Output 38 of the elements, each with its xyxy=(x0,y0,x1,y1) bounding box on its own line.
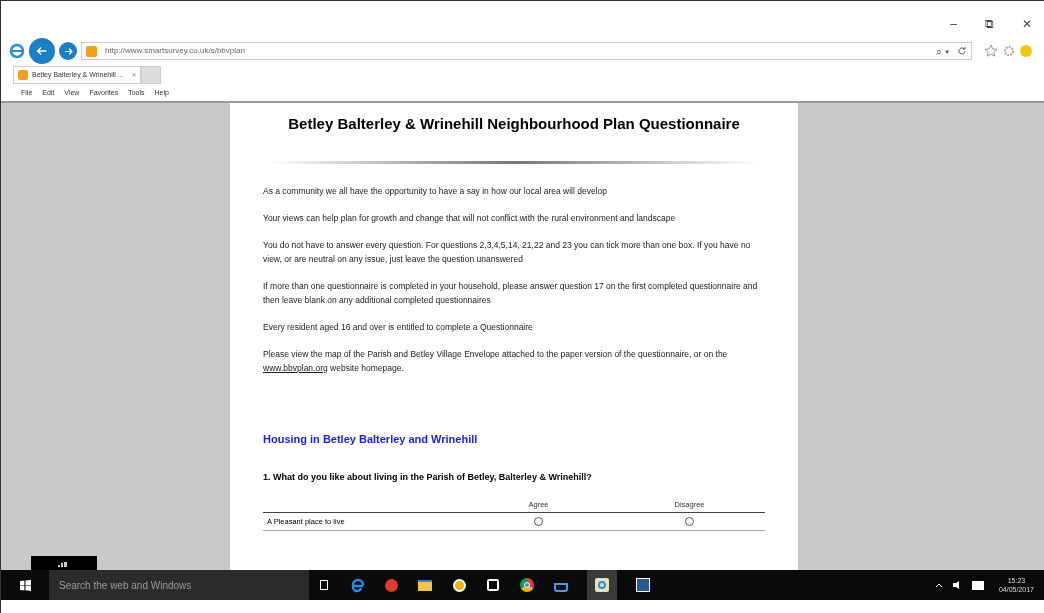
edge-browser-icon[interactable] xyxy=(349,577,365,593)
window-control-button[interactable]: – xyxy=(950,15,957,29)
radio-button[interactable] xyxy=(534,516,543,526)
folder-icon[interactable] xyxy=(417,577,433,593)
question-text: 1. What do you like about living in the Parish of Betley, Balterley & Wrinehill? xyxy=(263,471,593,484)
intro-paragraph: Every resident aged 16 and over is entitled to complete a Questionnaire xyxy=(263,320,534,334)
url-text: http://www.smartsurvey.co.uk/s/bbvplan xyxy=(105,45,246,57)
signal-icon xyxy=(58,562,70,567)
notification-icon[interactable] xyxy=(971,579,985,591)
chrome-icon[interactable] xyxy=(519,577,535,593)
arrow-left-icon xyxy=(35,44,49,58)
arrow-right-icon xyxy=(62,45,74,57)
site-favicon-icon xyxy=(18,70,28,80)
internet-explorer-icon[interactable] xyxy=(587,570,617,600)
section-heading: Housing in Betley Balterley and Wrinehill xyxy=(263,431,479,447)
browser-logo-icon[interactable] xyxy=(9,43,25,59)
taskbar-search-field[interactable]: Search the web and Windows xyxy=(49,570,309,600)
page-title: Betley Balterley & Wrinehill Neighbourhood Plan Questionnaire xyxy=(287,114,741,134)
star-icon[interactable] xyxy=(984,44,998,58)
refresh-icon[interactable] xyxy=(957,46,967,56)
task-view-icon[interactable] xyxy=(317,578,331,592)
radio-button[interactable] xyxy=(685,516,694,526)
intro-paragraph: Your views can help plan for growth and change that will not conflict with the rural environment and landscape xyxy=(263,211,677,225)
app-icon[interactable] xyxy=(383,577,399,593)
intro-paragraph: Please view the map of the Parish and Betley Village Envelope attached to the paper version of the questionnaire, or on the www.bbvplan.org website homepage. xyxy=(263,347,729,375)
search-icon[interactable]: ⌕ ▾ xyxy=(936,43,949,59)
back-button[interactable] xyxy=(29,38,55,64)
intro-paragraph: If more than one questionnaire is completed in your household, please answer question 17 on the first completed questionnaire and then leave blank on any additional completed questionnaires xyxy=(263,279,759,307)
intro-paragraph: As a community we all have the opportunity to have a say in how our local area will develop xyxy=(263,184,608,198)
close-icon[interactable]: × xyxy=(131,69,137,81)
window-control-button[interactable]: ✕ xyxy=(1022,15,1032,29)
intro-paragraph: You do not have to answer every question. For questions 2,3,4,5,14, 21,22 and 23 you can tick more than one box. If you have no view, or are neutral on any issue, just leave the question unanswered xyxy=(263,238,752,266)
forward-button[interactable] xyxy=(59,42,77,60)
word-icon[interactable] xyxy=(635,577,651,593)
address-bar[interactable]: http://www.smartsurvey.co.uk/s/bbvplan ⌕ ▾ xyxy=(81,42,972,60)
site-favicon-icon xyxy=(86,45,97,57)
window-control-button[interactable]: ⧉ xyxy=(985,15,994,29)
website-link[interactable]: www.bbvplan.org xyxy=(263,362,328,373)
